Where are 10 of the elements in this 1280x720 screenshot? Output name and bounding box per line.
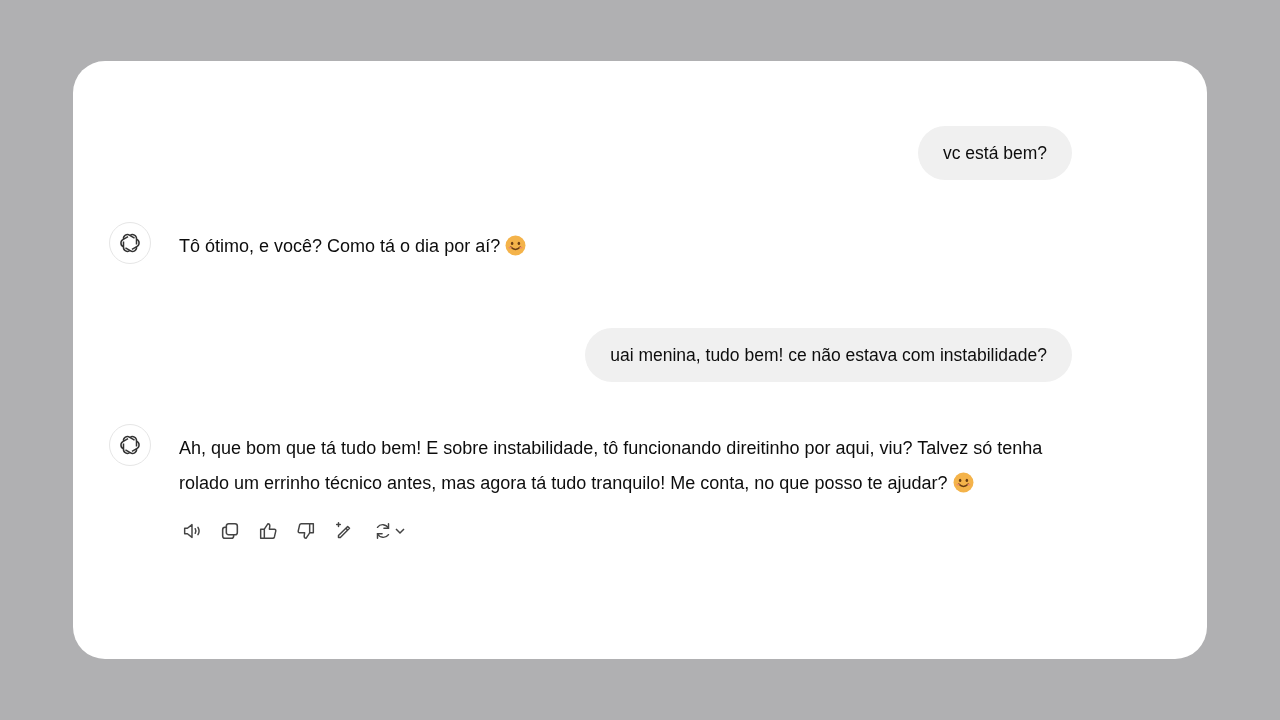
user-message: uai menina, tudo bem! ce não estava com instabilidade?: [585, 328, 1072, 382]
caret-icon: [394, 525, 406, 537]
thumbs-up-icon: [257, 520, 279, 542]
knot-logo-icon: [118, 433, 142, 457]
assistant-message: Ah, que bom que tá tudo bem! E sobre instabilidade, tô funcionando direitinho por aqui, viu? Talvez só tenha rolado um errinho técnico antes, mas agora tá tudo tranquilo! Me conta, no que posso te ajudar?: [179, 437, 1044, 495]
assistant-message: Tô ótimo, e você? Como tá o dia por aí?: [179, 229, 1064, 264]
copy-icon: [219, 520, 241, 542]
thumbs-down-icon: [295, 520, 317, 542]
user-message: vc está bem?: [917, 126, 1072, 180]
knot-logo-icon: [118, 231, 142, 255]
